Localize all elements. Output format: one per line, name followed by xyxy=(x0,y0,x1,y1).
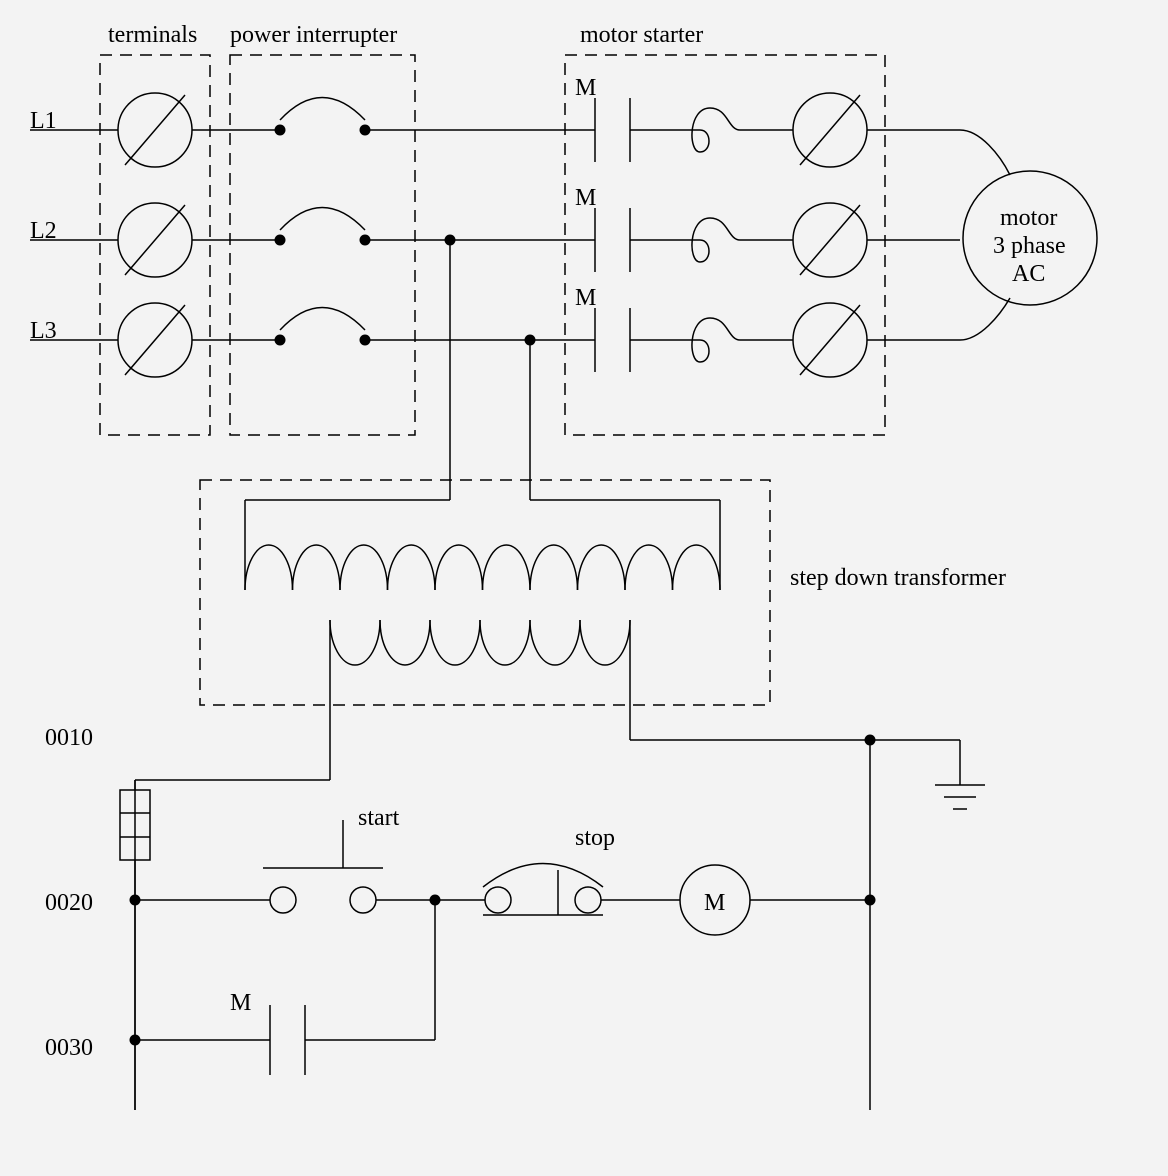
transformer-box xyxy=(200,480,770,705)
transformer-secondary xyxy=(330,620,630,665)
label-terminals: terminals xyxy=(108,22,197,48)
motor-label-3: AC xyxy=(1012,261,1045,287)
label-power-interrupter: power interrupter xyxy=(230,22,397,48)
start-contact-left xyxy=(270,887,296,913)
terminals-box xyxy=(100,55,210,435)
ground-symbol xyxy=(935,740,985,809)
rung-0010: 0010 xyxy=(45,725,93,751)
label-motor-starter: motor starter xyxy=(580,22,703,48)
stop-contact-right xyxy=(575,887,601,913)
motor-starter-box xyxy=(565,55,885,435)
motor-label-2: 3 phase xyxy=(993,233,1066,259)
label-stop: stop xyxy=(575,825,615,851)
wiring-diagram: terminals power interrupter motor starte… xyxy=(0,0,1168,1176)
label-M-L1: M xyxy=(575,75,596,101)
transformer-primary xyxy=(245,545,720,590)
overload-L3 xyxy=(680,318,768,362)
coil-M-label: M xyxy=(704,890,725,916)
contact-M-label: M xyxy=(230,990,251,1016)
label-start: start xyxy=(358,805,400,831)
label-M-L3: M xyxy=(575,285,596,311)
motor-label-1: motor xyxy=(1000,205,1057,231)
stop-contact-left xyxy=(485,887,511,913)
label-transformer: step down transformer xyxy=(790,565,1006,591)
rung-0020: 0020 xyxy=(45,890,93,916)
interrupter-box xyxy=(230,55,415,435)
label-M-L2: M xyxy=(575,185,596,211)
overload-L1 xyxy=(680,108,768,152)
rung-0030: 0030 xyxy=(45,1035,93,1061)
overload-L2 xyxy=(680,218,768,262)
start-contact-right xyxy=(350,887,376,913)
